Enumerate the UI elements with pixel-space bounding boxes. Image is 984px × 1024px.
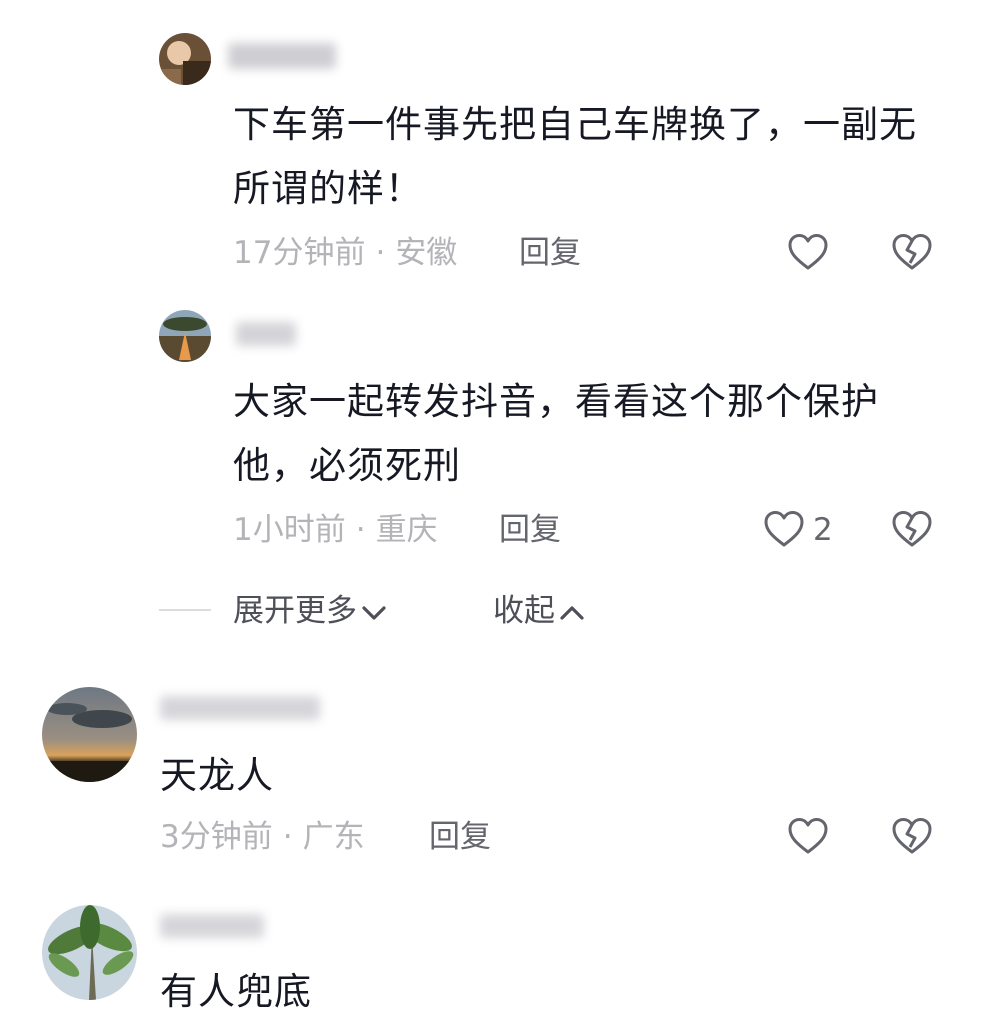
thread-divider [159,609,211,611]
avatar[interactable] [42,905,137,1000]
broken-heart-icon[interactable] [890,509,934,549]
meta-separator: · [355,512,366,548]
comment-time: 3分钟前 [160,819,273,855]
comment-location: 广东 [302,819,365,855]
avatar[interactable] [159,33,211,85]
username-blurred[interactable] [160,696,320,720]
comment-meta: 17分钟前 · 安徽 [233,233,457,273]
heart-outline-icon[interactable] [786,816,830,856]
meta-separator: · [282,819,293,855]
reply-button[interactable]: 回复 [519,233,581,273]
expand-more-button[interactable]: 展开更多 [233,591,389,631]
heart-outline-icon[interactable] [762,509,806,549]
meta-separator: · [375,235,386,271]
reply-button[interactable]: 回复 [499,510,561,550]
comment-text: 下车第一件事先把自己车牌换了，一副无所谓的样！ [233,103,917,210]
expand-more-label: 展开更多 [233,593,357,629]
comment-meta: 1小时前 · 重庆 [233,510,438,550]
comment-time: 1小时前 [233,512,346,548]
heart-outline-icon[interactable] [786,232,830,272]
comment-text: 有人兜底 [160,970,312,1013]
chevron-up-icon [560,605,584,620]
like-count: 2 [813,512,833,548]
reply-button[interactable]: 回复 [429,817,491,857]
username-blurred[interactable] [160,914,264,938]
username-blurred[interactable] [228,43,336,69]
comment-meta: 3分钟前 · 广东 [160,817,365,857]
broken-heart-icon[interactable] [890,816,934,856]
comment-text: 天龙人 [160,754,274,797]
username-blurred[interactable] [236,322,296,346]
comment-location: 重庆 [375,512,438,548]
collapse-button[interactable]: 收起 [493,591,587,631]
comment-text: 大家一起转发抖音，看看这个那个保护他，必须死刑 [233,380,879,487]
avatar[interactable] [159,310,211,362]
broken-heart-icon[interactable] [890,232,934,272]
comment-location: 安徽 [395,235,458,271]
comment-time: 17分钟前 [233,235,366,271]
avatar[interactable] [42,687,137,782]
collapse-label: 收起 [493,593,555,629]
chevron-down-icon [362,605,386,620]
